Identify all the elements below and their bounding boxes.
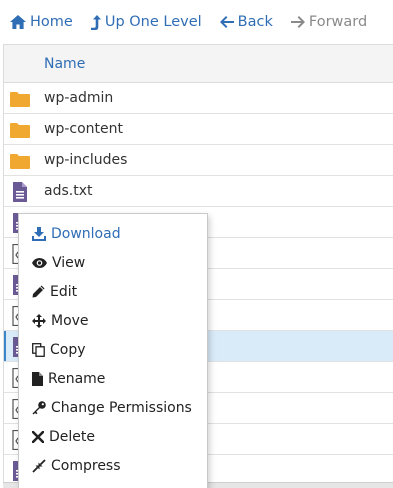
back-label: Back [237,14,273,30]
toolbar: Home Up One Level Back Forward [0,0,393,44]
table-header: Name [4,45,393,83]
delete-label: Delete [49,428,95,445]
pencil-icon [32,285,45,298]
compress-menu-item[interactable]: Compress [19,451,207,480]
level-up-icon [90,14,101,30]
view-label: View [52,254,86,271]
change-permissions-menu-item[interactable]: Change Permissions [19,393,207,422]
home-icon [10,15,26,29]
file-name: wp-content [44,121,123,137]
download-label: Download [51,225,121,242]
table-row[interactable]: ads.txt [4,176,393,207]
eye-icon [32,257,47,268]
move-label: Move [51,312,89,329]
rename-menu-item[interactable]: Rename [19,364,207,393]
table-row[interactable]: wp-includes [4,145,393,176]
file-name: ads.txt [44,183,93,199]
move-arrows-icon [32,313,46,328]
arrow-left-icon [219,16,234,28]
folder-icon [10,123,30,138]
delete-menu-item[interactable]: Delete [19,422,207,451]
view-menu-item[interactable]: View [19,248,207,277]
back-button[interactable]: Back [219,14,273,30]
download-menu-item[interactable]: Download [19,219,207,248]
folder-icon [10,92,30,107]
text-file-icon [13,182,27,202]
edit-label: Edit [50,283,78,300]
copy-menu-item[interactable]: Copy [19,335,207,364]
copy-label: Copy [50,341,86,358]
download-icon [32,226,46,241]
change-permissions-label: Change Permissions [51,399,192,416]
move-menu-item[interactable]: Move [19,306,207,335]
name-column-header[interactable]: Name [44,56,85,72]
rename-label: Rename [48,370,106,387]
edit-menu-item[interactable]: Edit [19,277,207,306]
forward-button[interactable]: Forward [290,14,368,30]
up-one-level-label: Up One Level [104,14,202,30]
arrow-right-icon [290,16,305,28]
file-icon [32,371,43,386]
home-button[interactable]: Home [10,14,73,30]
up-one-level-button[interactable]: Up One Level [90,14,202,30]
compress-label: Compress [51,457,121,474]
close-icon [32,430,44,443]
file-name: wp-admin [44,90,114,106]
copy-icon [32,342,45,357]
context-menu: Download View Edit Move Copy Rename Chan… [18,213,208,488]
table-row[interactable]: wp-admin [4,83,393,114]
forward-label: Forward [308,14,368,30]
folder-icon [10,154,30,169]
file-name: wp-includes [44,152,128,168]
compress-icon [32,458,46,473]
table-row[interactable]: wp-content [4,114,393,145]
key-icon [32,400,46,414]
home-label: Home [30,14,73,30]
